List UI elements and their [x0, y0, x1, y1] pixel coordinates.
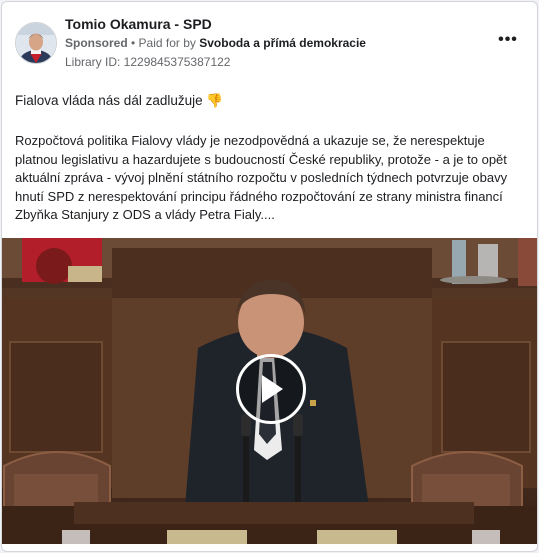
thumbs-down-icon: 👎	[206, 93, 224, 109]
play-button[interactable]	[236, 354, 306, 424]
sponsored-line: Sponsored • Paid for by Svoboda a přímá …	[65, 36, 366, 50]
post-body: Rozpočtová politika Fialovy vlády je nez…	[15, 133, 508, 223]
avatar-image	[16, 23, 56, 63]
play-icon	[262, 375, 283, 403]
payer-name[interactable]: Svoboda a přímá demokracie	[199, 36, 366, 50]
library-id: Library ID: 1229845375387122	[65, 55, 231, 69]
paid-for-by-label: Paid for by	[138, 36, 200, 50]
sponsored-label: Sponsored	[65, 36, 128, 50]
ad-post-card: Tomio Okamura - SPD Sponsored • Paid for…	[1, 1, 538, 552]
more-options-icon[interactable]: •••	[494, 30, 522, 50]
post-headline: Fialova vláda nás dál zadlužuje 👎	[15, 92, 525, 110]
page-name[interactable]: Tomio Okamura - SPD	[65, 16, 212, 32]
page-avatar[interactable]	[15, 22, 57, 64]
headline-text: Fialova vláda nás dál zadlužuje	[15, 93, 203, 108]
separator: •	[127, 36, 139, 50]
